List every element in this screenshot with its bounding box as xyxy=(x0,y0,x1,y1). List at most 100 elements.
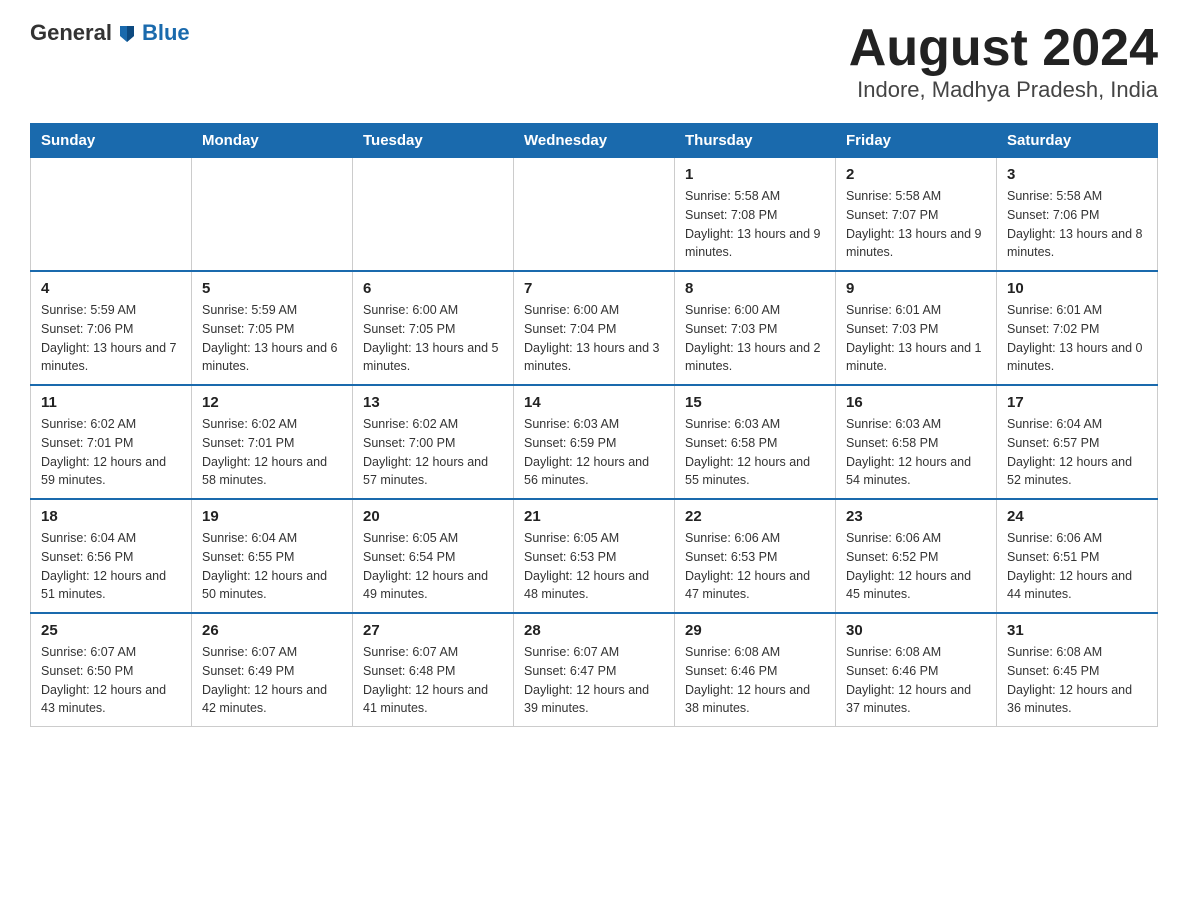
day-number: 18 xyxy=(41,508,181,525)
day-number: 1 xyxy=(685,166,825,183)
day-info: Sunrise: 6:02 AMSunset: 7:01 PMDaylight:… xyxy=(202,415,342,490)
day-number: 8 xyxy=(685,280,825,297)
day-number: 27 xyxy=(363,622,503,639)
table-row: 18 Sunrise: 6:04 AMSunset: 6:56 PMDayligh… xyxy=(31,499,192,613)
table-row: 10 Sunrise: 6:01 AMSunset: 7:02 PMDayligh… xyxy=(997,271,1158,385)
day-info: Sunrise: 6:03 AMSunset: 6:58 PMDaylight:… xyxy=(846,415,986,490)
table-row: 28 Sunrise: 6:07 AMSunset: 6:47 PMDayligh… xyxy=(514,613,675,727)
day-info: Sunrise: 5:59 AMSunset: 7:05 PMDaylight:… xyxy=(202,301,342,376)
header-tuesday: Tuesday xyxy=(353,124,514,158)
day-number: 21 xyxy=(524,508,664,525)
day-info: Sunrise: 6:08 AMSunset: 6:46 PMDaylight:… xyxy=(685,643,825,718)
day-info: Sunrise: 6:00 AMSunset: 7:05 PMDaylight:… xyxy=(363,301,503,376)
day-number: 6 xyxy=(363,280,503,297)
day-info: Sunrise: 5:59 AMSunset: 7:06 PMDaylight:… xyxy=(41,301,181,376)
table-row: 31Sunrise: 6:08 AMSunset: 6:45 PMDayligh… xyxy=(997,613,1158,727)
table-row: 20 Sunrise: 6:05 AMSunset: 6:54 PMDayligh… xyxy=(353,499,514,613)
day-number: 4 xyxy=(41,280,181,297)
day-number: 15 xyxy=(685,394,825,411)
day-number: 22 xyxy=(685,508,825,525)
day-number: 16 xyxy=(846,394,986,411)
calendar-header-row: Sunday Monday Tuesday Wednesday Thursday… xyxy=(31,124,1158,158)
day-number: 31 xyxy=(1007,622,1147,639)
day-info: Sunrise: 6:01 AMSunset: 7:03 PMDaylight:… xyxy=(846,301,986,376)
table-row: 11Sunrise: 6:02 AMSunset: 7:01 PMDayligh… xyxy=(31,385,192,499)
calendar-week-row: 11 Sunrise: 6:02 AMSunset: 7:01 PMDayligh… xyxy=(31,385,1158,499)
day-info: Sunrise: 6:05 AMSunset: 6:54 PMDaylight:… xyxy=(363,529,503,604)
table-row: 7 Sunrise: 6:00 AMSunset: 7:04 PMDaylight… xyxy=(514,271,675,385)
table-row: 1 Sunrise: 5:58 AMSunset: 7:08 PMDaylight… xyxy=(675,158,836,272)
table-row: 16 Sunrise: 6:03 AMSunset: 6:58 PMDayligh… xyxy=(836,385,997,499)
table-row xyxy=(353,158,514,272)
day-number: 14 xyxy=(524,394,664,411)
day-number: 7 xyxy=(524,280,664,297)
day-info: Sunrise: 6:06 AMSunset: 6:53 PMDaylight:… xyxy=(685,529,825,604)
day-number: 24 xyxy=(1007,508,1147,525)
header-saturday: Saturday xyxy=(997,124,1158,158)
day-info: Sunrise: 6:01 AMSunset: 7:02 PMDaylight:… xyxy=(1007,301,1147,376)
page-subtitle: Indore, Madhya Pradesh, India xyxy=(849,77,1158,103)
table-row xyxy=(192,158,353,272)
table-row: 13Sunrise: 6:02 AMSunset: 7:00 PMDayligh… xyxy=(353,385,514,499)
table-row: 23 Sunrise: 6:06 AMSunset: 6:52 PMDayligh… xyxy=(836,499,997,613)
logo-icon xyxy=(116,22,138,44)
header-thursday: Thursday xyxy=(675,124,836,158)
table-row: 25 Sunrise: 6:07 AMSunset: 6:50 PMDayligh… xyxy=(31,613,192,727)
day-info: Sunrise: 6:07 AMSunset: 6:48 PMDaylight:… xyxy=(363,643,503,718)
header-wednesday: Wednesday xyxy=(514,124,675,158)
day-number: 10 xyxy=(1007,280,1147,297)
table-row: 17Sunrise: 6:04 AMSunset: 6:57 PMDayligh… xyxy=(997,385,1158,499)
table-row: 6 Sunrise: 6:00 AMSunset: 7:05 PMDaylight… xyxy=(353,271,514,385)
header-friday: Friday xyxy=(836,124,997,158)
day-info: Sunrise: 6:07 AMSunset: 6:50 PMDaylight:… xyxy=(41,643,181,718)
day-number: 28 xyxy=(524,622,664,639)
table-row: 24 Sunrise: 6:06 AMSunset: 6:51 PMDayligh… xyxy=(997,499,1158,613)
day-number: 9 xyxy=(846,280,986,297)
table-row xyxy=(31,158,192,272)
table-row: 22 Sunrise: 6:06 AMSunset: 6:53 PMDayligh… xyxy=(675,499,836,613)
day-number: 5 xyxy=(202,280,342,297)
day-info: Sunrise: 6:00 AMSunset: 7:03 PMDaylight:… xyxy=(685,301,825,376)
calendar-week-row: 4 Sunrise: 5:59 AMSunset: 7:06 PMDaylight… xyxy=(31,271,1158,385)
day-number: 25 xyxy=(41,622,181,639)
day-info: Sunrise: 6:04 AMSunset: 6:55 PMDaylight:… xyxy=(202,529,342,604)
calendar-week-row: 1 Sunrise: 5:58 AMSunset: 7:08 PMDaylight… xyxy=(31,158,1158,272)
page-title: August 2024 xyxy=(849,20,1158,77)
day-number: 12 xyxy=(202,394,342,411)
day-info: Sunrise: 6:02 AMSunset: 7:00 PMDaylight:… xyxy=(363,415,503,490)
day-number: 17 xyxy=(1007,394,1147,411)
day-number: 3 xyxy=(1007,166,1147,183)
day-info: Sunrise: 6:07 AMSunset: 6:49 PMDaylight:… xyxy=(202,643,342,718)
day-info: Sunrise: 6:05 AMSunset: 6:53 PMDaylight:… xyxy=(524,529,664,604)
day-info: Sunrise: 5:58 AMSunset: 7:08 PMDaylight:… xyxy=(685,187,825,262)
table-row: 15 Sunrise: 6:03 AMSunset: 6:58 PMDayligh… xyxy=(675,385,836,499)
table-row: 9 Sunrise: 6:01 AMSunset: 7:03 PMDaylight… xyxy=(836,271,997,385)
day-info: Sunrise: 5:58 AMSunset: 7:06 PMDaylight:… xyxy=(1007,187,1147,262)
calendar-week-row: 18 Sunrise: 6:04 AMSunset: 6:56 PMDayligh… xyxy=(31,499,1158,613)
day-number: 20 xyxy=(363,508,503,525)
header-sunday: Sunday xyxy=(31,124,192,158)
day-info: Sunrise: 6:07 AMSunset: 6:47 PMDaylight:… xyxy=(524,643,664,718)
day-info: Sunrise: 6:06 AMSunset: 6:51 PMDaylight:… xyxy=(1007,529,1147,604)
calendar-table: Sunday Monday Tuesday Wednesday Thursday… xyxy=(30,123,1158,727)
day-info: Sunrise: 6:03 AMSunset: 6:58 PMDaylight:… xyxy=(685,415,825,490)
day-number: 29 xyxy=(685,622,825,639)
table-row: 30Sunrise: 6:08 AMSunset: 6:46 PMDayligh… xyxy=(836,613,997,727)
day-info: Sunrise: 5:58 AMSunset: 7:07 PMDaylight:… xyxy=(846,187,986,262)
day-number: 23 xyxy=(846,508,986,525)
day-number: 2 xyxy=(846,166,986,183)
header-monday: Monday xyxy=(192,124,353,158)
day-info: Sunrise: 6:00 AMSunset: 7:04 PMDaylight:… xyxy=(524,301,664,376)
day-number: 19 xyxy=(202,508,342,525)
table-row: 2 Sunrise: 5:58 AMSunset: 7:07 PMDaylight… xyxy=(836,158,997,272)
day-number: 11 xyxy=(41,394,181,411)
logo-blue-text: Blue xyxy=(142,20,190,46)
day-info: Sunrise: 6:04 AMSunset: 6:56 PMDaylight:… xyxy=(41,529,181,604)
day-info: Sunrise: 6:06 AMSunset: 6:52 PMDaylight:… xyxy=(846,529,986,604)
table-row: 26 Sunrise: 6:07 AMSunset: 6:49 PMDayligh… xyxy=(192,613,353,727)
day-number: 26 xyxy=(202,622,342,639)
day-number: 30 xyxy=(846,622,986,639)
table-row: 27 Sunrise: 6:07 AMSunset: 6:48 PMDayligh… xyxy=(353,613,514,727)
table-row: 8 Sunrise: 6:00 AMSunset: 7:03 PMDaylight… xyxy=(675,271,836,385)
table-row: 14Sunrise: 6:03 AMSunset: 6:59 PMDayligh… xyxy=(514,385,675,499)
